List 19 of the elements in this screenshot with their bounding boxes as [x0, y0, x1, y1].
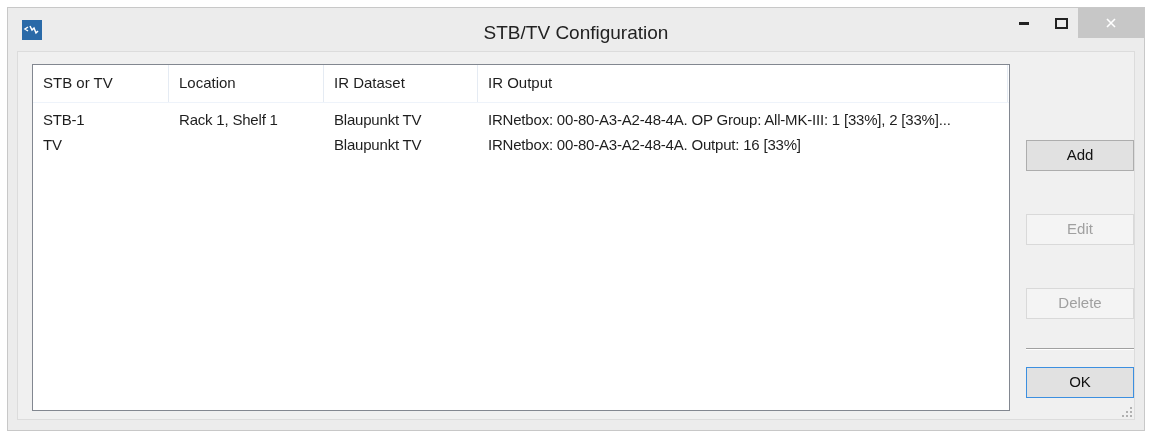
maximize-icon [1054, 17, 1068, 29]
table-cell: TV [43, 135, 62, 153]
resize-grip-icon [1122, 407, 1132, 417]
table-cell: Blaupunkt TV [334, 110, 422, 128]
window-title: STB/TV Configuration [483, 21, 669, 45]
dialog-button[interactable]: OK [1026, 367, 1134, 398]
column-header[interactable]: IR Output [478, 65, 1008, 102]
table-cell: STB-1 [43, 110, 85, 128]
table-cell: Blaupunkt TV [334, 135, 422, 153]
minimize-icon [1019, 21, 1029, 25]
column-header[interactable]: STB or TV [33, 65, 169, 102]
app-icon [22, 19, 42, 40]
table-cell: Rack 1, Shelf 1 [179, 110, 278, 128]
table-cell: IRNetbox: 00-80-A3-A2-48-4A. OP Group: All-MK-III: 1 [33%], 2 [33%]... [488, 110, 951, 128]
table-cell: IRNetbox: 00-80-A3-A2-48-4A. Output: 16 [33%] [488, 135, 801, 153]
column-header[interactable]: IR Dataset [324, 65, 478, 102]
dialog-button[interactable]: Add [1026, 140, 1134, 171]
close-icon [1106, 18, 1116, 28]
column-header[interactable]: Location [169, 65, 324, 102]
